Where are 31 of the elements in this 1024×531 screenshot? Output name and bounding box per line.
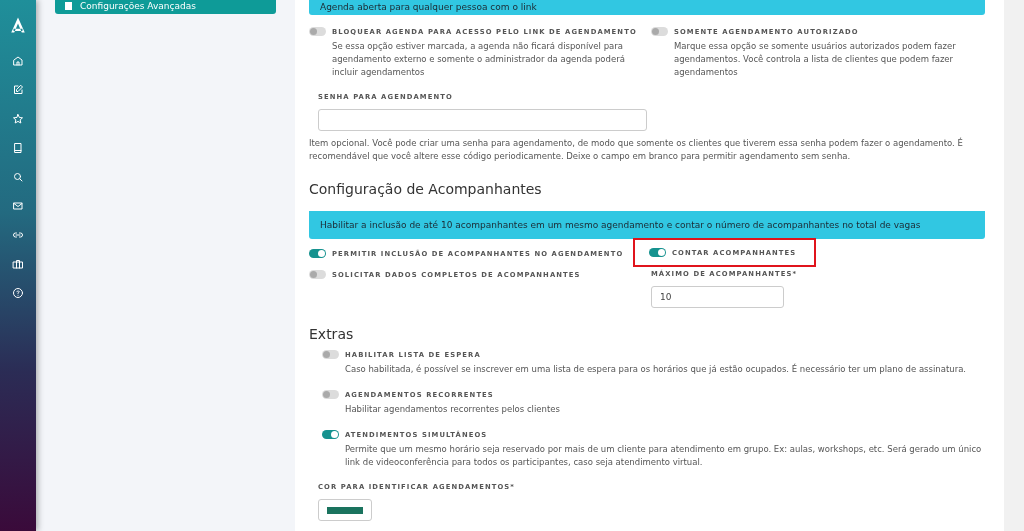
section-heading: Extras bbox=[309, 326, 355, 342]
option-description: Caso habilitada, é possível se inscrever em uma lista de espera para os horários que já estão ocupados. É necessário ter um plano de assinatura. bbox=[345, 363, 968, 376]
help-text: Item opcional. Você pode criar uma senha para agendamento, de modo que somente os clientes que tiverem essa senha podem fazer o agendamento. É recomendável que você altere esse código periodicamente. Deixe o campo em branco para permitir agendamento sem senha. bbox=[309, 137, 964, 163]
toggle-switch[interactable] bbox=[322, 350, 339, 359]
toggle-switch[interactable] bbox=[309, 249, 326, 258]
toggle-switch[interactable] bbox=[649, 248, 666, 257]
toggle-switch[interactable] bbox=[309, 270, 326, 279]
logo-icon bbox=[9, 16, 27, 34]
password-field[interactable] bbox=[318, 109, 647, 131]
search-icon[interactable] bbox=[12, 171, 24, 183]
help-icon[interactable] bbox=[12, 287, 24, 299]
briefcase-icon[interactable] bbox=[12, 258, 24, 270]
option-description: Se essa opção estiver marcada, a agenda não ficará disponível para agendamento externo e somente o administrador da agenda poderá incluir agendamentos bbox=[332, 40, 626, 79]
mail-icon[interactable] bbox=[12, 200, 24, 212]
link-icon[interactable] bbox=[12, 229, 24, 241]
option-description: Marque essa opção se somente usuários autorizados podem fazer agendamentos. Você controla a lista de clientes que podem fazer agendamentos bbox=[674, 40, 957, 79]
info-banner: Habilitar a inclusão de até 10 acompanhantes em um mesmo agendamento e contar o número de acompanhantes no total de vagas bbox=[309, 211, 985, 239]
toggle-switch[interactable] bbox=[309, 27, 326, 36]
book-icon[interactable] bbox=[12, 142, 24, 154]
toggle-switch[interactable] bbox=[322, 390, 339, 399]
option-description: Permite que um mesmo horário seja reservado por mais de um cliente para atendimento em grupo. Ex: aulas, workshops, etc. Será gerado um único link de videoconferência para todos os participantes, caso seja atendimento virtual. bbox=[345, 443, 983, 469]
color-picker[interactable] bbox=[318, 499, 372, 521]
option-description: Habilitar agendamentos recorrentes pelos clientes bbox=[345, 403, 561, 416]
edit-icon[interactable] bbox=[12, 84, 24, 96]
toggle-switch[interactable] bbox=[651, 27, 668, 36]
info-banner: Agenda aberta para qualquer pessoa com o link bbox=[309, 0, 985, 15]
number-field[interactable]: 10 bbox=[651, 286, 784, 308]
toggle-switch[interactable] bbox=[322, 430, 339, 439]
star-icon[interactable] bbox=[12, 113, 24, 125]
section-heading: Configuração de Acompanhantes bbox=[309, 181, 543, 197]
home-icon[interactable] bbox=[12, 55, 24, 67]
